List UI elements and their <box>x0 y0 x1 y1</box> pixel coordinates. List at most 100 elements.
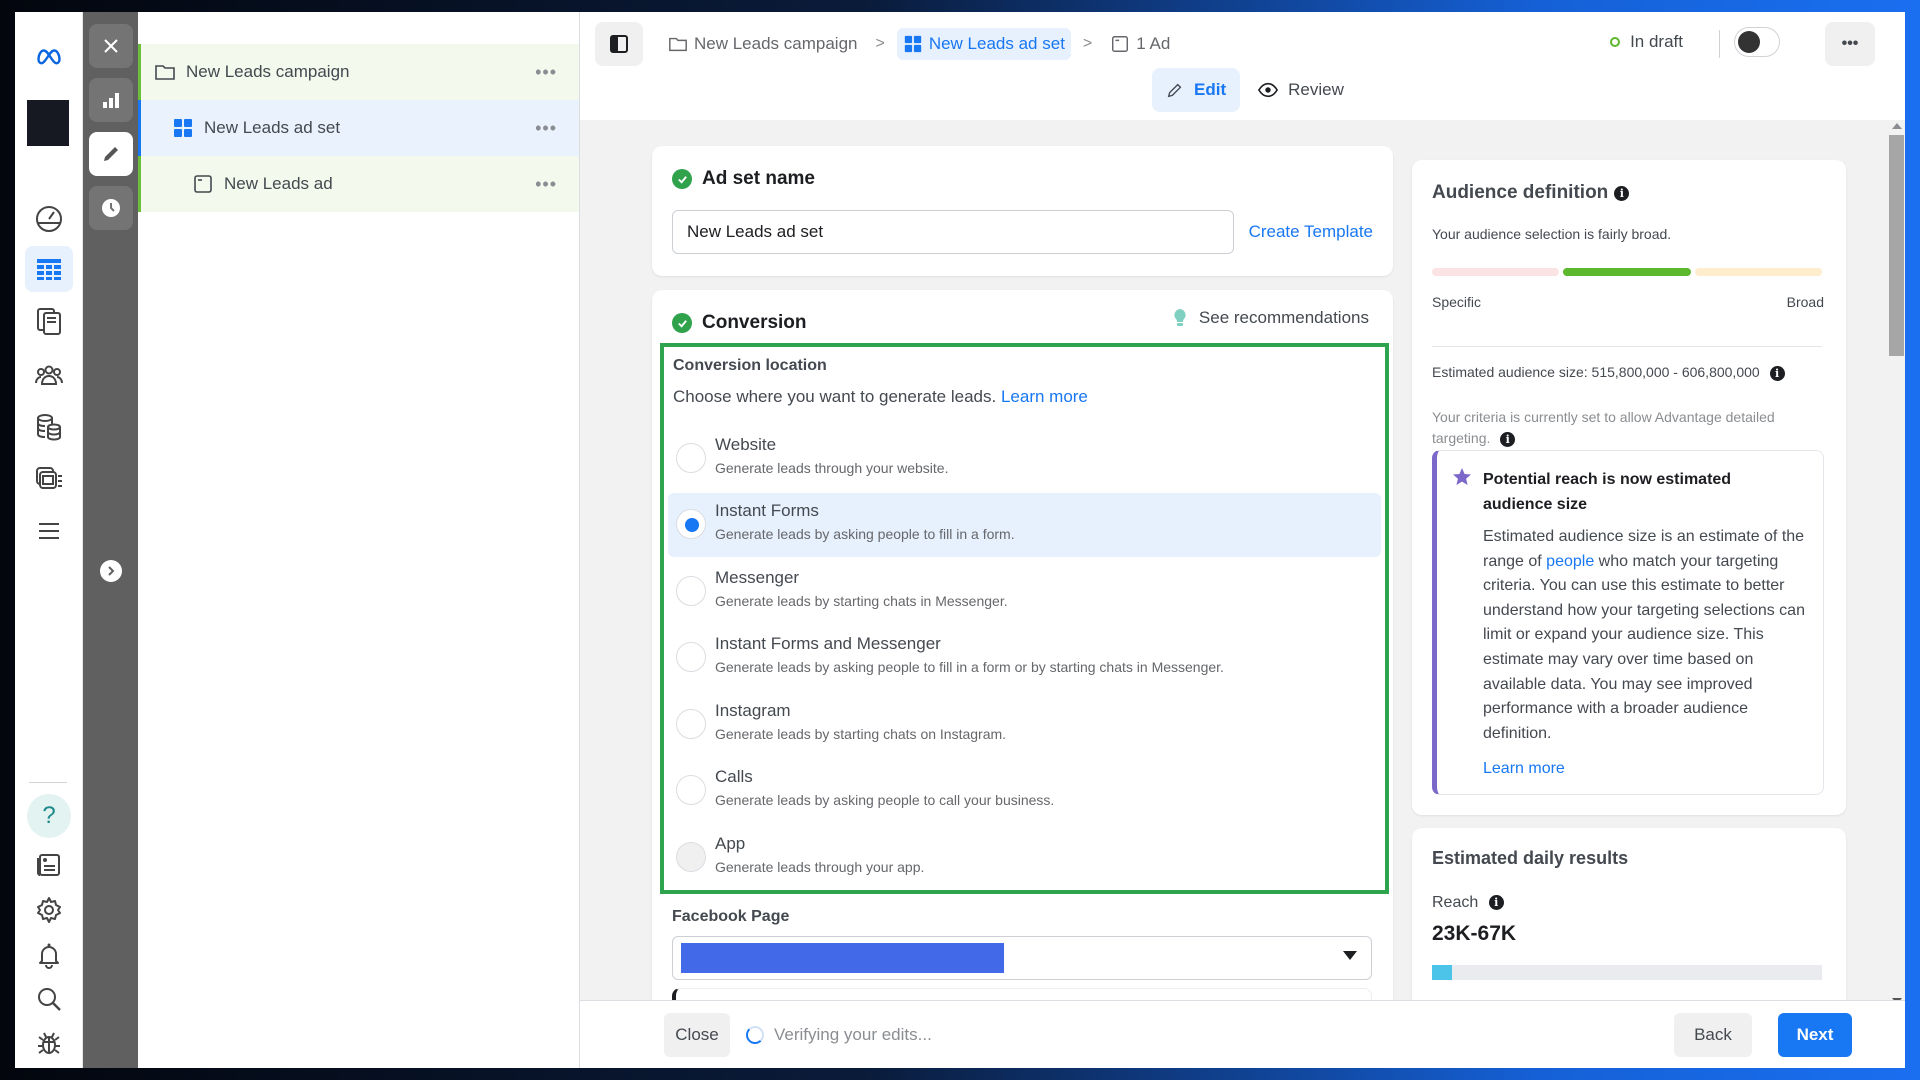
promo-body: Estimated audience size is an estimate o… <box>1483 528 1805 742</box>
next-button[interactable]: Next <box>1778 1013 1852 1057</box>
conversion-option-instant-forms[interactable]: Instant Forms Generate leads by asking pe… <box>668 493 1381 557</box>
radio-button[interactable] <box>676 775 706 805</box>
audiences-icon[interactable] <box>25 352 73 398</box>
history-button[interactable] <box>89 186 133 230</box>
more-options-icon[interactable]: ••• <box>535 62 557 83</box>
status-dot-icon <box>1610 37 1621 47</box>
lightbulb-icon <box>1174 309 1186 326</box>
promo-title: Potential reach is now estimated audienc… <box>1483 471 1732 513</box>
scroll-thumb[interactable] <box>1889 135 1904 356</box>
pencil-icon <box>104 147 118 161</box>
settings-gear-icon[interactable] <box>25 887 73 933</box>
news-icon[interactable] <box>25 842 73 888</box>
editor-main: New Leads campaign > New Leads ad set > … <box>580 12 1905 1068</box>
editor-footer: Close Verifying your edits... Back Next <box>580 1000 1905 1068</box>
back-button[interactable]: Back <box>1674 1013 1752 1057</box>
bar-chart-icon <box>103 93 119 108</box>
audience-definition-card: Audience definition i Your audience sele… <box>1412 160 1846 815</box>
media-library-icon[interactable] <box>25 456 73 502</box>
toggle-tree-panel-button[interactable] <box>595 22 643 66</box>
rail-divider <box>29 782 67 783</box>
conversion-option-instagram[interactable]: Instagram Generate leads by starting chat… <box>668 693 1381 757</box>
conversion-option-calls[interactable]: Calls Generate leads by asking people to … <box>668 759 1381 823</box>
tree-item-ad[interactable]: New Leads ad ••• <box>138 156 579 212</box>
tab-edit[interactable]: Edit <box>1152 68 1241 112</box>
breadcrumb: New Leads campaign > New Leads ad set > … <box>662 22 1176 66</box>
close-editor-button[interactable] <box>89 24 133 68</box>
more-options-icon[interactable]: ••• <box>535 174 557 195</box>
adset-name-input[interactable]: New Leads ad set <box>672 210 1234 254</box>
tab-review[interactable]: Review <box>1244 68 1358 112</box>
info-icon[interactable]: i <box>1769 365 1785 381</box>
expand-panel-button[interactable] <box>100 560 122 582</box>
info-icon[interactable]: i <box>1488 895 1504 911</box>
conversion-location-description: Choose where you want to generate leads.… <box>673 387 1088 406</box>
breadcrumb-ad[interactable]: 1 Ad <box>1104 28 1176 60</box>
close-button[interactable]: Close <box>664 1013 730 1057</box>
radio-button[interactable] <box>676 443 706 473</box>
facebook-page-select[interactable] <box>672 936 1372 980</box>
pencil-icon <box>1167 83 1182 98</box>
adset-name-card: Ad set name New Leads ad set Create Temp… <box>652 146 1393 276</box>
tree-item-adset[interactable]: New Leads ad set ••• <box>138 100 579 156</box>
conversion-option-website[interactable]: Website Generate leads through your websi… <box>668 427 1381 491</box>
report-bug-icon[interactable] <box>25 1020 73 1066</box>
audience-summary: Your audience selection is fairly broad. <box>1432 226 1672 242</box>
people-link[interactable]: people <box>1546 553 1594 570</box>
dashboard-icon[interactable] <box>25 196 73 242</box>
breadcrumb-campaign[interactable]: New Leads campaign <box>662 28 863 60</box>
folder-icon <box>669 37 687 52</box>
notifications-bell-icon[interactable] <box>25 932 73 978</box>
help-icon[interactable]: ? <box>27 794 71 838</box>
check-circle-icon <box>672 169 692 189</box>
audience-meter-specific <box>1432 268 1559 276</box>
radio-button-selected[interactable] <box>676 509 706 539</box>
scale-high-label: Broad <box>1786 294 1824 310</box>
promo-learn-more-link[interactable]: Learn more <box>1483 760 1565 778</box>
info-icon[interactable]: i <box>1500 431 1516 447</box>
facebook-page-redacted-value <box>681 943 1004 973</box>
audience-meter-active <box>1563 268 1691 276</box>
conversion-option-messenger[interactable]: Messenger Generate leads by starting chat… <box>668 560 1381 624</box>
ads-manager-table-icon[interactable] <box>25 246 73 292</box>
reach-label: Reach i <box>1432 894 1504 912</box>
divider <box>1432 346 1822 347</box>
verifying-status: Verifying your edits... <box>746 1025 932 1045</box>
loading-spinner-icon <box>746 1026 764 1044</box>
radio-button[interactable] <box>676 642 706 672</box>
audience-meter-broad <box>1695 268 1822 276</box>
edit-button[interactable] <box>89 132 133 176</box>
content-scrollbar[interactable] <box>1887 120 1905 1012</box>
charts-button[interactable] <box>89 78 133 122</box>
billing-icon[interactable] <box>25 404 73 450</box>
see-recommendations-link[interactable]: See recommendations <box>1173 308 1369 328</box>
create-template-link[interactable]: Create Template <box>1249 222 1373 242</box>
meta-logo-icon[interactable] <box>25 32 73 78</box>
publish-toggle[interactable] <box>1734 27 1780 57</box>
adset-name-title: Ad set name <box>672 168 815 190</box>
more-actions-button[interactable]: ••• <box>1825 22 1875 66</box>
account-avatar[interactable] <box>27 100 69 146</box>
all-tools-menu-icon[interactable] <box>25 508 73 554</box>
pages-icon[interactable] <box>25 298 73 344</box>
conversion-option-app[interactable]: App Generate leads through your app. <box>668 826 1381 890</box>
conversion-location-title: Conversion location <box>673 357 827 374</box>
info-icon[interactable]: i <box>1614 185 1630 201</box>
conversion-option-instant-forms-and-messenger[interactable]: Instant Forms and Messenger Generate lead… <box>668 626 1381 690</box>
radio-button[interactable] <box>676 709 706 739</box>
tree-item-campaign[interactable]: New Leads campaign ••• <box>138 44 579 100</box>
radio-button[interactable] <box>676 576 706 606</box>
check-circle-icon <box>672 313 692 333</box>
ad-icon <box>192 173 214 195</box>
radio-button-disabled[interactable] <box>676 842 706 872</box>
ads-manager-window: ? New Leads campaign ••• New Leads ad se… <box>15 12 1905 1068</box>
scroll-up-arrow[interactable] <box>1892 123 1902 129</box>
learn-more-link[interactable]: Learn more <box>1001 387 1088 406</box>
folder-icon <box>154 61 176 83</box>
header-divider <box>1719 30 1720 58</box>
facebook-page-label: Facebook Page <box>672 908 790 925</box>
search-icon[interactable] <box>25 976 73 1022</box>
clock-icon <box>102 199 120 217</box>
breadcrumb-adset[interactable]: New Leads ad set <box>896 28 1071 60</box>
more-options-icon[interactable]: ••• <box>535 118 557 139</box>
